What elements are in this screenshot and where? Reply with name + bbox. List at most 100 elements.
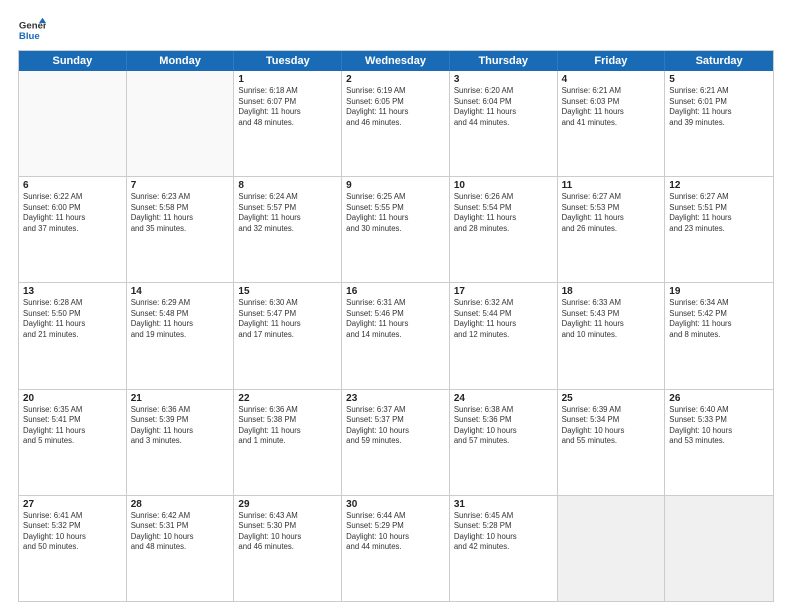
cell-info: Sunrise: 6:39 AMSunset: 5:34 PMDaylight:… bbox=[562, 405, 661, 447]
cell-info: Sunrise: 6:28 AMSunset: 5:50 PMDaylight:… bbox=[23, 298, 122, 340]
calendar-cell-0-4: 3Sunrise: 6:20 AMSunset: 6:04 PMDaylight… bbox=[450, 71, 558, 176]
day-number: 25 bbox=[562, 393, 661, 404]
calendar-cell-3-3: 23Sunrise: 6:37 AMSunset: 5:37 PMDayligh… bbox=[342, 390, 450, 495]
day-number: 29 bbox=[238, 499, 337, 510]
day-number: 31 bbox=[454, 499, 553, 510]
calendar-cell-2-0: 13Sunrise: 6:28 AMSunset: 5:50 PMDayligh… bbox=[19, 283, 127, 388]
cell-info: Sunrise: 6:18 AMSunset: 6:07 PMDaylight:… bbox=[238, 86, 337, 128]
calendar-cell-3-1: 21Sunrise: 6:36 AMSunset: 5:39 PMDayligh… bbox=[127, 390, 235, 495]
calendar-cell-3-0: 20Sunrise: 6:35 AMSunset: 5:41 PMDayligh… bbox=[19, 390, 127, 495]
day-header-friday: Friday bbox=[558, 51, 666, 71]
day-header-sunday: Sunday bbox=[19, 51, 127, 71]
calendar-cell-3-2: 22Sunrise: 6:36 AMSunset: 5:38 PMDayligh… bbox=[234, 390, 342, 495]
calendar-cell-4-5 bbox=[558, 496, 666, 601]
cell-info: Sunrise: 6:21 AMSunset: 6:01 PMDaylight:… bbox=[669, 86, 769, 128]
day-number: 18 bbox=[562, 286, 661, 297]
day-number: 2 bbox=[346, 74, 445, 85]
day-number: 26 bbox=[669, 393, 769, 404]
cell-info: Sunrise: 6:32 AMSunset: 5:44 PMDaylight:… bbox=[454, 298, 553, 340]
calendar-cell-4-1: 28Sunrise: 6:42 AMSunset: 5:31 PMDayligh… bbox=[127, 496, 235, 601]
day-header-wednesday: Wednesday bbox=[342, 51, 450, 71]
cell-info: Sunrise: 6:36 AMSunset: 5:39 PMDaylight:… bbox=[131, 405, 230, 447]
cell-info: Sunrise: 6:25 AMSunset: 5:55 PMDaylight:… bbox=[346, 192, 445, 234]
day-number: 21 bbox=[131, 393, 230, 404]
calendar-cell-3-6: 26Sunrise: 6:40 AMSunset: 5:33 PMDayligh… bbox=[665, 390, 773, 495]
day-number: 3 bbox=[454, 74, 553, 85]
day-number: 17 bbox=[454, 286, 553, 297]
calendar-cell-3-5: 25Sunrise: 6:39 AMSunset: 5:34 PMDayligh… bbox=[558, 390, 666, 495]
day-number: 5 bbox=[669, 74, 769, 85]
cell-info: Sunrise: 6:30 AMSunset: 5:47 PMDaylight:… bbox=[238, 298, 337, 340]
calendar-row-2: 13Sunrise: 6:28 AMSunset: 5:50 PMDayligh… bbox=[19, 283, 773, 389]
cell-info: Sunrise: 6:27 AMSunset: 5:53 PMDaylight:… bbox=[562, 192, 661, 234]
calendar-cell-1-6: 12Sunrise: 6:27 AMSunset: 5:51 PMDayligh… bbox=[665, 177, 773, 282]
day-number: 24 bbox=[454, 393, 553, 404]
day-number: 12 bbox=[669, 180, 769, 191]
day-number: 1 bbox=[238, 74, 337, 85]
day-number: 11 bbox=[562, 180, 661, 191]
calendar-cell-4-0: 27Sunrise: 6:41 AMSunset: 5:32 PMDayligh… bbox=[19, 496, 127, 601]
cell-info: Sunrise: 6:23 AMSunset: 5:58 PMDaylight:… bbox=[131, 192, 230, 234]
cell-info: Sunrise: 6:37 AMSunset: 5:37 PMDaylight:… bbox=[346, 405, 445, 447]
cell-info: Sunrise: 6:41 AMSunset: 5:32 PMDaylight:… bbox=[23, 511, 122, 553]
calendar-cell-4-3: 30Sunrise: 6:44 AMSunset: 5:29 PMDayligh… bbox=[342, 496, 450, 601]
calendar-cell-1-0: 6Sunrise: 6:22 AMSunset: 6:00 PMDaylight… bbox=[19, 177, 127, 282]
logo: General Blue bbox=[18, 16, 46, 44]
cell-info: Sunrise: 6:24 AMSunset: 5:57 PMDaylight:… bbox=[238, 192, 337, 234]
cell-info: Sunrise: 6:36 AMSunset: 5:38 PMDaylight:… bbox=[238, 405, 337, 447]
cell-info: Sunrise: 6:34 AMSunset: 5:42 PMDaylight:… bbox=[669, 298, 769, 340]
header: General Blue bbox=[18, 16, 774, 44]
day-number: 14 bbox=[131, 286, 230, 297]
day-number: 30 bbox=[346, 499, 445, 510]
calendar-cell-2-6: 19Sunrise: 6:34 AMSunset: 5:42 PMDayligh… bbox=[665, 283, 773, 388]
calendar-cell-0-2: 1Sunrise: 6:18 AMSunset: 6:07 PMDaylight… bbox=[234, 71, 342, 176]
cell-info: Sunrise: 6:45 AMSunset: 5:28 PMDaylight:… bbox=[454, 511, 553, 553]
calendar-cell-2-4: 17Sunrise: 6:32 AMSunset: 5:44 PMDayligh… bbox=[450, 283, 558, 388]
calendar-cell-1-4: 10Sunrise: 6:26 AMSunset: 5:54 PMDayligh… bbox=[450, 177, 558, 282]
day-number: 9 bbox=[346, 180, 445, 191]
cell-info: Sunrise: 6:29 AMSunset: 5:48 PMDaylight:… bbox=[131, 298, 230, 340]
day-header-saturday: Saturday bbox=[665, 51, 773, 71]
calendar-cell-1-1: 7Sunrise: 6:23 AMSunset: 5:58 PMDaylight… bbox=[127, 177, 235, 282]
calendar-cell-2-3: 16Sunrise: 6:31 AMSunset: 5:46 PMDayligh… bbox=[342, 283, 450, 388]
day-number: 4 bbox=[562, 74, 661, 85]
day-number: 22 bbox=[238, 393, 337, 404]
day-number: 13 bbox=[23, 286, 122, 297]
day-header-tuesday: Tuesday bbox=[234, 51, 342, 71]
cell-info: Sunrise: 6:26 AMSunset: 5:54 PMDaylight:… bbox=[454, 192, 553, 234]
day-header-monday: Monday bbox=[127, 51, 235, 71]
calendar-row-0: 1Sunrise: 6:18 AMSunset: 6:07 PMDaylight… bbox=[19, 71, 773, 177]
calendar-cell-1-2: 8Sunrise: 6:24 AMSunset: 5:57 PMDaylight… bbox=[234, 177, 342, 282]
day-number: 7 bbox=[131, 180, 230, 191]
calendar-row-4: 27Sunrise: 6:41 AMSunset: 5:32 PMDayligh… bbox=[19, 496, 773, 601]
day-number: 16 bbox=[346, 286, 445, 297]
day-number: 15 bbox=[238, 286, 337, 297]
cell-info: Sunrise: 6:42 AMSunset: 5:31 PMDaylight:… bbox=[131, 511, 230, 553]
calendar-cell-3-4: 24Sunrise: 6:38 AMSunset: 5:36 PMDayligh… bbox=[450, 390, 558, 495]
calendar-cell-0-5: 4Sunrise: 6:21 AMSunset: 6:03 PMDaylight… bbox=[558, 71, 666, 176]
cell-info: Sunrise: 6:19 AMSunset: 6:05 PMDaylight:… bbox=[346, 86, 445, 128]
calendar-cell-0-6: 5Sunrise: 6:21 AMSunset: 6:01 PMDaylight… bbox=[665, 71, 773, 176]
calendar-cell-0-1 bbox=[127, 71, 235, 176]
day-number: 6 bbox=[23, 180, 122, 191]
day-number: 20 bbox=[23, 393, 122, 404]
calendar-cell-4-6 bbox=[665, 496, 773, 601]
page: General Blue SundayMondayTuesdayWednesda… bbox=[0, 0, 792, 612]
cell-info: Sunrise: 6:43 AMSunset: 5:30 PMDaylight:… bbox=[238, 511, 337, 553]
calendar-cell-1-3: 9Sunrise: 6:25 AMSunset: 5:55 PMDaylight… bbox=[342, 177, 450, 282]
calendar-cell-0-3: 2Sunrise: 6:19 AMSunset: 6:05 PMDaylight… bbox=[342, 71, 450, 176]
day-number: 28 bbox=[131, 499, 230, 510]
calendar-cell-2-1: 14Sunrise: 6:29 AMSunset: 5:48 PMDayligh… bbox=[127, 283, 235, 388]
cell-info: Sunrise: 6:31 AMSunset: 5:46 PMDaylight:… bbox=[346, 298, 445, 340]
calendar-header-row: SundayMondayTuesdayWednesdayThursdayFrid… bbox=[19, 51, 773, 71]
day-number: 8 bbox=[238, 180, 337, 191]
day-header-thursday: Thursday bbox=[450, 51, 558, 71]
day-number: 19 bbox=[669, 286, 769, 297]
day-number: 23 bbox=[346, 393, 445, 404]
cell-info: Sunrise: 6:44 AMSunset: 5:29 PMDaylight:… bbox=[346, 511, 445, 553]
cell-info: Sunrise: 6:33 AMSunset: 5:43 PMDaylight:… bbox=[562, 298, 661, 340]
cell-info: Sunrise: 6:38 AMSunset: 5:36 PMDaylight:… bbox=[454, 405, 553, 447]
calendar-cell-4-4: 31Sunrise: 6:45 AMSunset: 5:28 PMDayligh… bbox=[450, 496, 558, 601]
cell-info: Sunrise: 6:27 AMSunset: 5:51 PMDaylight:… bbox=[669, 192, 769, 234]
calendar-cell-0-0 bbox=[19, 71, 127, 176]
